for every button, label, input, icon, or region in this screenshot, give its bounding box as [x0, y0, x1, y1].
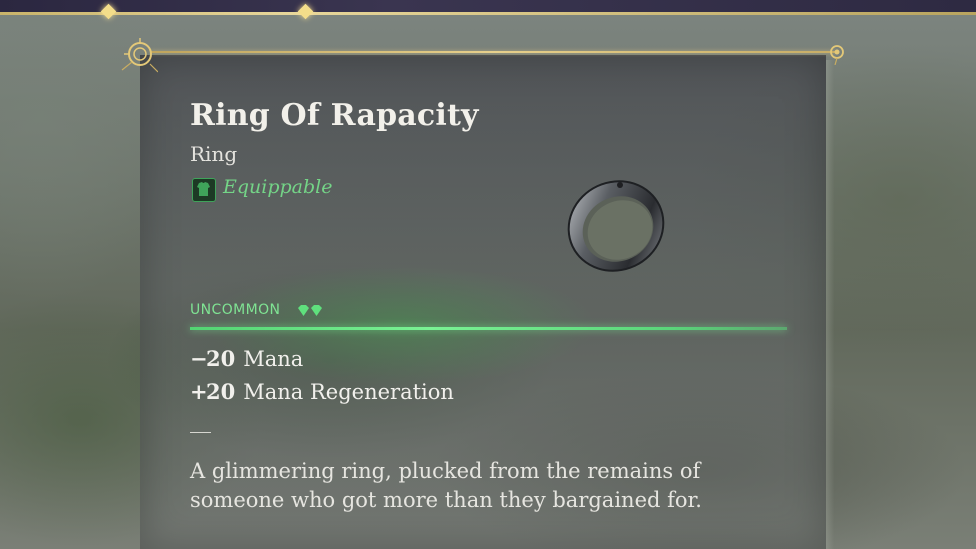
rarity-label: UNCOMMON: [190, 302, 281, 318]
stat-value: 20: [206, 379, 236, 404]
rarity-divider: [190, 327, 787, 330]
stat-value: 20: [206, 346, 236, 371]
top-bar-gold-line: [0, 12, 976, 15]
compass-ornament-icon: [121, 38, 158, 73]
stat-row: +20 Mana Regeneration: [190, 379, 454, 404]
item-type: Ring: [190, 142, 238, 166]
panel-edge: [826, 60, 834, 549]
stat-label: Mana Regeneration: [243, 380, 454, 404]
stat-sign: +: [190, 379, 208, 404]
corner-ornament-icon: [830, 45, 844, 65]
gem-icon: [298, 305, 322, 316]
item-name: Ring Of Rapacity: [190, 98, 479, 133]
armor-shirt-icon: [192, 178, 216, 202]
ring-icon: [567, 180, 665, 272]
section-divider: [190, 432, 211, 433]
stat-row: −20 Mana: [190, 346, 303, 371]
equippable-label: Equippable: [223, 176, 333, 198]
item-description: A glimmering ring, plucked from the rema…: [190, 459, 702, 512]
stat-label: Mana: [243, 347, 304, 371]
stat-sign: −: [190, 346, 208, 371]
tooltip-top-border: [150, 51, 836, 53]
